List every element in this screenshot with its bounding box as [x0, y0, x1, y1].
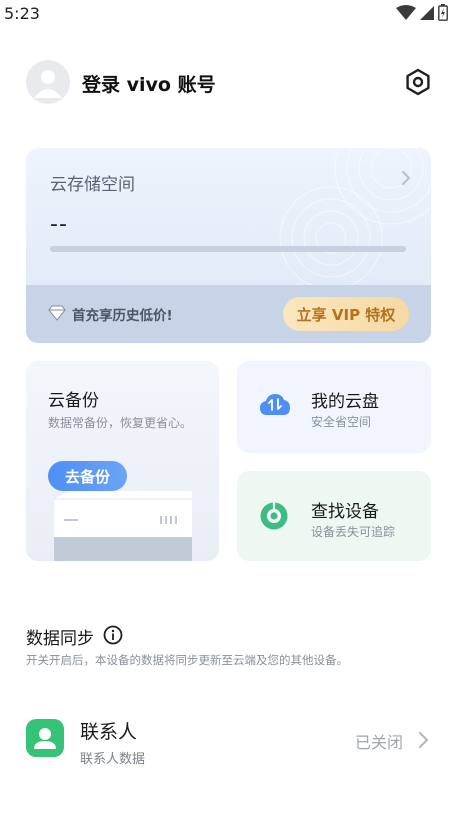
login-account-title[interactable]: 登录 vivo 账号 — [82, 70, 216, 97]
cloud-transfer-icon — [260, 394, 290, 415]
info-icon[interactable] — [103, 625, 123, 645]
status-time: 5:23 — [4, 4, 40, 23]
status-icons — [396, 4, 448, 21]
data-sync-description: 开关开启后，本设备的数据将同步更新至云端及您的其他设备。 — [26, 653, 348, 667]
settings-button[interactable] — [404, 68, 432, 96]
chevron-right-icon[interactable] — [418, 731, 430, 749]
cloud-storage-title: 云存储空间 — [50, 175, 135, 195]
avatar[interactable] — [26, 60, 70, 104]
cloud-backup-title: 云备份 — [48, 391, 99, 411]
locate-icon — [260, 502, 288, 530]
find-device-card[interactable]: 查找设备 设备丢失可追踪 — [237, 471, 431, 561]
find-device-subtitle: 设备丢失可追踪 — [311, 525, 396, 539]
vip-button[interactable]: 立享 VIP 特权 — [283, 297, 409, 331]
storage-value: -- — [50, 212, 68, 237]
promo-banner[interactable]: 首充享历史低价! 立享 VIP 特权 — [26, 285, 431, 343]
contacts-sync-status: 已关闭 — [355, 733, 404, 752]
my-cloud-disk-card[interactable]: 我的云盘 安全省空间 — [237, 361, 431, 453]
cloud-storage-card[interactable]: 云存储空间 -- 首充享历史低价! 立享 VIP 特权 — [26, 148, 431, 343]
find-device-title: 查找设备 — [311, 502, 379, 522]
contact-icon — [34, 728, 56, 749]
wifi-icon — [396, 4, 416, 20]
avatar-icon — [34, 70, 62, 98]
cloud-backup-description: 数据常备份，恢复更省心。 — [48, 416, 193, 430]
diamond-icon — [48, 305, 66, 321]
server-illustration — [54, 491, 192, 561]
my-cloud-disk-title: 我的云盘 — [311, 392, 379, 412]
contacts-subtitle: 联系人数据 — [80, 752, 146, 767]
status-bar: 5:23 — [0, 0, 458, 28]
decorative-rings — [279, 148, 431, 288]
contacts-title: 联系人 — [80, 721, 138, 743]
settings-icon — [406, 68, 430, 96]
my-cloud-disk-subtitle: 安全省空间 — [311, 415, 372, 429]
go-backup-button[interactable]: 去备份 — [48, 461, 127, 491]
storage-progress-bar — [50, 246, 406, 252]
contacts-sync-row[interactable]: 联系人 联系人数据 已关闭 — [0, 704, 458, 776]
contacts-app-icon — [26, 719, 64, 757]
account-header[interactable]: 登录 vivo 账号 — [26, 60, 432, 106]
battery-icon — [438, 4, 448, 21]
signal-icon — [420, 5, 434, 20]
data-sync-title: 数据同步 — [26, 629, 94, 649]
chevron-right-icon[interactable] — [401, 170, 411, 186]
cloud-backup-card[interactable]: 云备份 数据常备份，恢复更省心。 去备份 — [26, 361, 219, 561]
promo-text: 首充享历史低价! — [72, 308, 173, 324]
